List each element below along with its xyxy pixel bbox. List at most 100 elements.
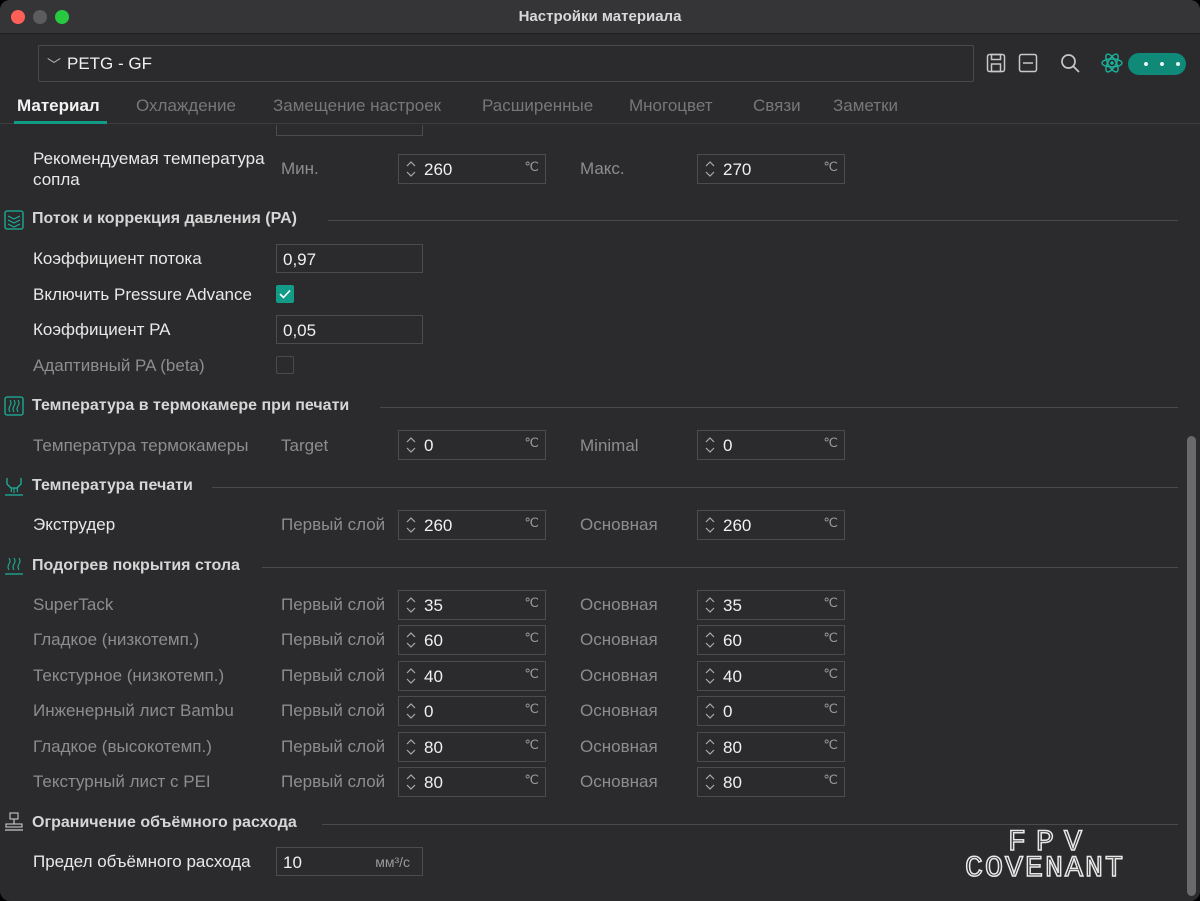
- unit-label: ℃: [823, 630, 838, 645]
- spin-arrows-icon[interactable]: [703, 629, 717, 651]
- bed-other-layers-value: 80: [723, 738, 742, 757]
- pa-coefficient-value: 0,05: [283, 321, 317, 340]
- spin-arrows-icon[interactable]: [703, 434, 717, 456]
- unit-label: ℃: [823, 435, 838, 450]
- flow-ratio-value: 0,97: [283, 250, 317, 269]
- tab-bar: Материал Охлаждение Замещение настроек Р…: [0, 86, 1200, 124]
- bed-row-label: SuperTack: [33, 595, 114, 614]
- bed-first-layer-input[interactable]: 40 ℃: [398, 661, 546, 691]
- tab-material[interactable]: Материал: [17, 96, 100, 116]
- bed-other-layers-value: 40: [723, 667, 742, 686]
- tab-multimaterial[interactable]: Многоцвет: [629, 96, 713, 116]
- spin-arrows-icon[interactable]: [404, 700, 418, 722]
- spin-arrows-icon[interactable]: [703, 736, 717, 758]
- bed-other-layers-input[interactable]: 40 ℃: [697, 661, 845, 691]
- spin-arrows-icon[interactable]: [703, 158, 717, 180]
- tab-notes[interactable]: Заметки: [833, 96, 898, 116]
- section-divider: [262, 567, 1178, 568]
- nozzle-min-label: Мин.: [281, 159, 319, 178]
- bed-first-layer-label: Первый слой: [281, 630, 386, 649]
- nozzle-max-input[interactable]: 270 ℃: [697, 154, 845, 184]
- nozzle-max-value: 270: [723, 160, 752, 179]
- spin-arrows-icon[interactable]: [703, 594, 717, 616]
- save-icon[interactable]: [984, 51, 1008, 75]
- spin-arrows-icon[interactable]: [703, 665, 717, 687]
- spin-arrows-icon[interactable]: [703, 700, 717, 722]
- tab-cooling[interactable]: Охлаждение: [136, 96, 236, 116]
- extruder-other-input[interactable]: 260 ℃: [697, 510, 845, 540]
- bed-first-layer-input[interactable]: 35 ℃: [398, 590, 546, 620]
- spin-arrows-icon[interactable]: [404, 629, 418, 651]
- bed-first-layer-input[interactable]: 80 ℃: [398, 732, 546, 762]
- volumetric-section-title: Ограничение объёмного расхода: [32, 814, 297, 831]
- bed-other-layers-input[interactable]: 60 ℃: [697, 625, 845, 655]
- nozzle-min-input[interactable]: 260 ℃: [398, 154, 546, 184]
- enable-pa-checkbox[interactable]: [276, 285, 294, 303]
- minus-box-icon[interactable]: [1016, 51, 1040, 75]
- flow-ratio-label: Коэффициент потока: [33, 249, 202, 268]
- material-settings-window: Настройки материала ﹀ PETG - GF Материал…: [0, 0, 1200, 901]
- extruder-first-value: 260: [424, 516, 453, 535]
- spin-arrows-icon[interactable]: [404, 514, 418, 536]
- tab-advanced[interactable]: Расширенные: [482, 96, 593, 116]
- unit-label: ℃: [823, 595, 838, 610]
- chamber-target-label: Target: [281, 436, 329, 455]
- spin-arrows-icon[interactable]: [404, 665, 418, 687]
- bed-first-layer-label: Первый слой: [281, 737, 386, 756]
- fpv-covenant-watermark: FPV COVENANT: [964, 825, 1124, 882]
- bed-first-layer-label: Первый слой: [281, 595, 386, 614]
- volumetric-limit-input[interactable]: 10 мм³/с: [276, 847, 423, 876]
- bed-first-layer-input[interactable]: 60 ℃: [398, 625, 546, 655]
- pa-coefficient-input[interactable]: 0,05: [276, 315, 423, 344]
- atom-icon[interactable]: [1100, 51, 1124, 75]
- chamber-target-input[interactable]: 0 ℃: [398, 430, 546, 460]
- bed-other-layers-value: 35: [723, 596, 742, 615]
- chamber-minimal-label: Minimal: [580, 436, 639, 455]
- bed-other-layers-input[interactable]: 80 ℃: [697, 767, 845, 797]
- adaptive-pa-checkbox[interactable]: [276, 356, 294, 374]
- bed-first-layer-value: 35: [424, 596, 443, 615]
- bed-other-layers-input[interactable]: 0 ℃: [697, 696, 845, 726]
- window-title: Настройки материала: [518, 8, 682, 25]
- scrollbar-thumb[interactable]: [1187, 436, 1196, 896]
- bed-other-layers-input[interactable]: 80 ℃: [697, 732, 845, 762]
- volumetric-limit-label: Предел объёмного расхода: [33, 852, 251, 871]
- unit-label: ℃: [524, 159, 539, 174]
- chamber-minimal-input[interactable]: 0 ℃: [697, 430, 845, 460]
- unit-label: ℃: [524, 737, 539, 752]
- bed-other-layers-label: Основная: [580, 666, 658, 685]
- bed-other-layers-input[interactable]: 35 ℃: [697, 590, 845, 620]
- spin-arrows-icon[interactable]: [404, 434, 418, 456]
- spin-arrows-icon[interactable]: [404, 771, 418, 793]
- chamber-icon: [4, 396, 24, 416]
- spin-arrows-icon[interactable]: [703, 514, 717, 536]
- bed-other-layers-label: Основная: [580, 701, 658, 720]
- spin-arrows-icon[interactable]: [703, 771, 717, 793]
- bed-section-title: Подогрев покрытия стола: [32, 557, 240, 574]
- advanced-mode-toggle[interactable]: [1128, 53, 1186, 75]
- spin-arrows-icon[interactable]: [404, 594, 418, 616]
- extruder-first-input[interactable]: 260 ℃: [398, 510, 546, 540]
- flow-ratio-input[interactable]: 0,97: [276, 244, 423, 273]
- chamber-section-title: Температура в термокамере при печати: [32, 397, 350, 414]
- tab-dependencies[interactable]: Связи: [753, 96, 801, 116]
- bed-other-layers-value: 0: [723, 702, 733, 721]
- bed-heat-icon: [5, 557, 23, 575]
- unit-label: ℃: [524, 772, 539, 787]
- preset-dropdown[interactable]: ﹀ PETG - GF: [38, 45, 974, 82]
- unit-label: мм³/с: [375, 854, 410, 870]
- clipped-input-field: [276, 125, 423, 136]
- chamber-target-value: 0: [424, 436, 434, 455]
- search-icon[interactable]: [1058, 51, 1082, 75]
- unit-label: ℃: [823, 772, 838, 787]
- unit-label: ℃: [524, 435, 539, 450]
- tab-setting-overrides[interactable]: Замещение настроек: [273, 96, 441, 116]
- spin-arrows-icon[interactable]: [404, 158, 418, 180]
- spin-arrows-icon[interactable]: [404, 736, 418, 758]
- nozzle-max-label: Макс.: [580, 159, 625, 178]
- unit-label: ℃: [524, 666, 539, 681]
- bed-row-label: Текстурное (низкотемп.): [33, 666, 225, 685]
- bed-first-layer-input[interactable]: 0 ℃: [398, 696, 546, 726]
- active-tab-indicator: [14, 121, 107, 124]
- bed-first-layer-input[interactable]: 80 ℃: [398, 767, 546, 797]
